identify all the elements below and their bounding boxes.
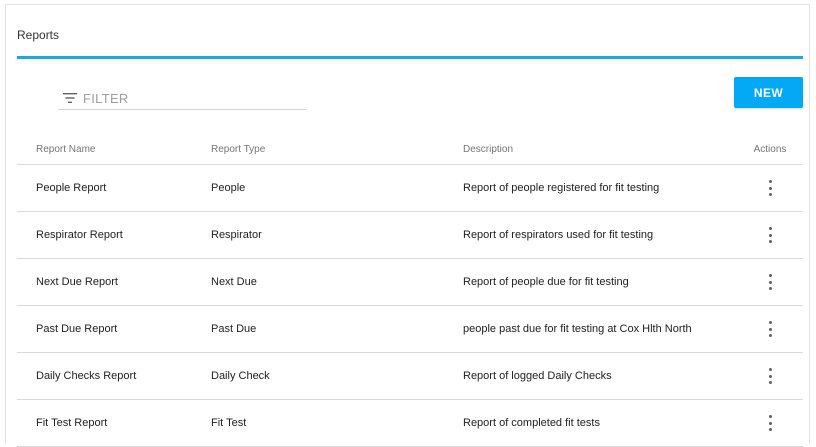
header-report-type[interactable]: Report Type (211, 144, 265, 155)
header-actions: Actions (753, 144, 787, 155)
card-title: Reports (17, 28, 60, 42)
cell-report-type: Daily Check (211, 370, 270, 382)
more-vert-icon[interactable] (761, 180, 779, 196)
table-row[interactable]: Daily Checks Report Daily Check Report o… (17, 353, 803, 400)
cell-report-name: Next Due Report (36, 276, 118, 288)
cell-report-name: Daily Checks Report (36, 370, 137, 382)
accent-divider (17, 56, 803, 59)
reports-table: Report Name Report Type Description Acti… (17, 135, 803, 447)
header-description[interactable]: Description (463, 144, 513, 155)
more-vert-icon[interactable] (761, 227, 779, 243)
cell-report-name: Respirator Report (36, 229, 123, 241)
cell-description: Report of people registered for fit test… (463, 182, 660, 194)
table-row[interactable]: People Report People Report of people re… (17, 165, 803, 212)
cell-description: Report of completed fit tests (463, 417, 600, 429)
more-vert-icon[interactable] (761, 321, 779, 337)
cell-report-name: Fit Test Report (36, 417, 108, 429)
cell-report-type: Next Due (211, 276, 257, 288)
table-row[interactable]: Fit Test Report Fit Test Report of compl… (17, 400, 803, 447)
more-vert-icon[interactable] (761, 415, 779, 431)
cell-report-type: Past Due (211, 323, 257, 335)
cell-report-type: People (211, 182, 246, 194)
cell-report-type: Fit Test (211, 417, 247, 429)
cell-description: Report of respirators used for fit testi… (463, 229, 654, 241)
new-report-button[interactable]: NEW (734, 77, 803, 108)
filter-icon (63, 93, 77, 103)
more-vert-icon[interactable] (761, 368, 779, 384)
cell-description: Report of people due for fit testing (463, 276, 629, 288)
cell-report-name: People Report (36, 182, 107, 194)
table-row[interactable]: Past Due Report Past Due people past due… (17, 306, 803, 353)
cell-report-type: Respirator (211, 229, 262, 241)
cell-description: people past due for fit testing at Cox H… (463, 323, 692, 335)
table-row[interactable]: Next Due Report Next Due Report of peopl… (17, 259, 803, 306)
cell-description: Report of logged Daily Checks (463, 370, 612, 382)
table-header: Report Name Report Type Description Acti… (17, 135, 803, 165)
more-vert-icon[interactable] (761, 274, 779, 290)
header-report-name[interactable]: Report Name (36, 144, 95, 155)
filter-field[interactable] (58, 87, 306, 110)
filter-input[interactable] (83, 90, 283, 106)
cell-report-name: Past Due Report (36, 323, 118, 335)
reports-card: Reports NEW Report Name Report Type Desc… (5, 4, 810, 447)
table-row[interactable]: Respirator Report Respirator Report of r… (17, 212, 803, 259)
